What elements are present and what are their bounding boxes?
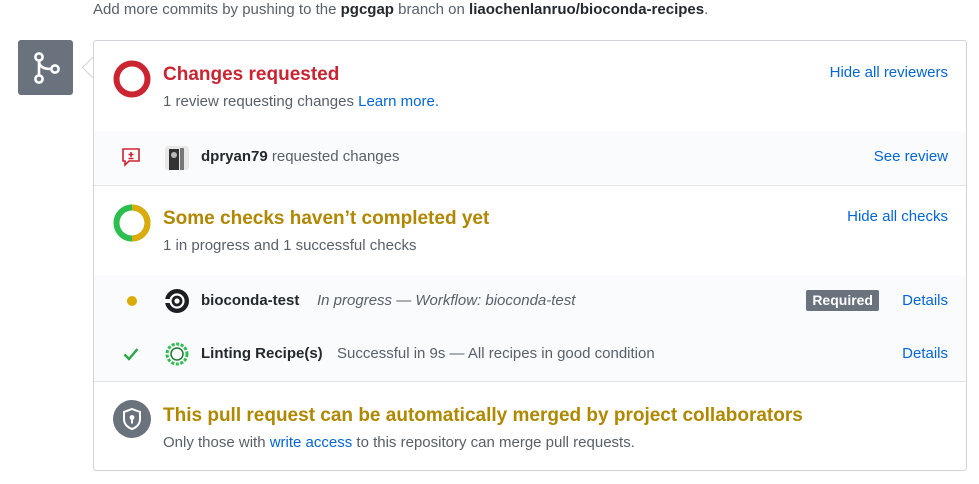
push-hint-suffix: .: [704, 1, 709, 18]
check-row: Linting Recipe(s) Successful in 9s — All…: [94, 328, 966, 382]
reviews-heading: Changes requested: [163, 64, 340, 85]
merge-desc-prefix: Only those with: [163, 434, 270, 451]
avatar[interactable]: [165, 146, 189, 170]
reviewer-name-link[interactable]: dpryan79: [201, 148, 268, 165]
merge-heading: This pull request can be automatically m…: [163, 405, 803, 426]
checks-pending-icon: [113, 204, 151, 242]
reviews-description-text: 1 review requesting changes: [163, 93, 354, 110]
reviewer-action: requested changes: [271, 148, 400, 165]
repo-name: liaochenlanruo/bioconda-recipes: [469, 1, 705, 18]
merge-description: Only those with write access to this rep…: [163, 434, 635, 451]
github-actions-avatar[interactable]: [165, 342, 189, 366]
changes-requested-icon: [113, 60, 151, 98]
check-row: bioconda-test In progress — Workflow: bi…: [94, 275, 966, 329]
merge-section: This pull request can be automatically m…: [94, 381, 966, 470]
checks-section: Some checks haven’t completed yet 1 in p…: [94, 185, 966, 276]
git-merge-icon: [18, 40, 73, 95]
checks-description: 1 in progress and 1 successful checks: [163, 237, 417, 254]
git-merge-glyph: [33, 51, 60, 84]
hide-all-reviewers-link[interactable]: Hide all reviewers: [830, 64, 948, 81]
branch-name: pgcgap: [340, 1, 394, 18]
check-icon: [123, 348, 139, 361]
reviewer-row: dpryan79 requested changes See review: [94, 131, 966, 186]
push-hint-prefix: Add more commits by pushing to the: [93, 1, 341, 18]
checks-heading: Some checks haven’t completed yet: [163, 208, 490, 229]
check-details-link[interactable]: Details: [902, 292, 948, 309]
learn-more-link[interactable]: Learn more.: [358, 93, 439, 110]
reviews-description: 1 review requesting changes Learn more.: [163, 93, 439, 110]
circleci-avatar[interactable]: [165, 289, 189, 313]
shield-lock-icon: [113, 400, 151, 438]
see-review-link[interactable]: See review: [874, 148, 948, 165]
check-name: bioconda-test: [201, 292, 300, 309]
file-diff-comment-icon: [122, 148, 140, 167]
check-status: Successful in 9s — All recipes in good c…: [337, 345, 655, 362]
hide-all-checks-link[interactable]: Hide all checks: [847, 208, 948, 225]
check-status: In progress — Workflow: bioconda-test: [317, 292, 576, 309]
reviews-section: Changes requested 1 review requesting ch…: [94, 41, 966, 132]
push-hint-middle: branch on: [393, 1, 470, 18]
merge-desc-suffix: to this repository can merge pull reques…: [352, 434, 635, 451]
push-hint: Add more commits by pushing to the pgcga…: [93, 0, 708, 22]
check-details-link[interactable]: Details: [902, 345, 948, 362]
write-access-link[interactable]: write access: [270, 434, 353, 451]
merge-status-box: Changes requested 1 review requesting ch…: [93, 40, 967, 471]
pending-dot-icon: [127, 296, 137, 306]
reviewer-entry: dpryan79 requested changes: [201, 148, 399, 165]
check-name: Linting Recipe(s): [201, 345, 323, 362]
required-badge: Required: [806, 290, 879, 311]
